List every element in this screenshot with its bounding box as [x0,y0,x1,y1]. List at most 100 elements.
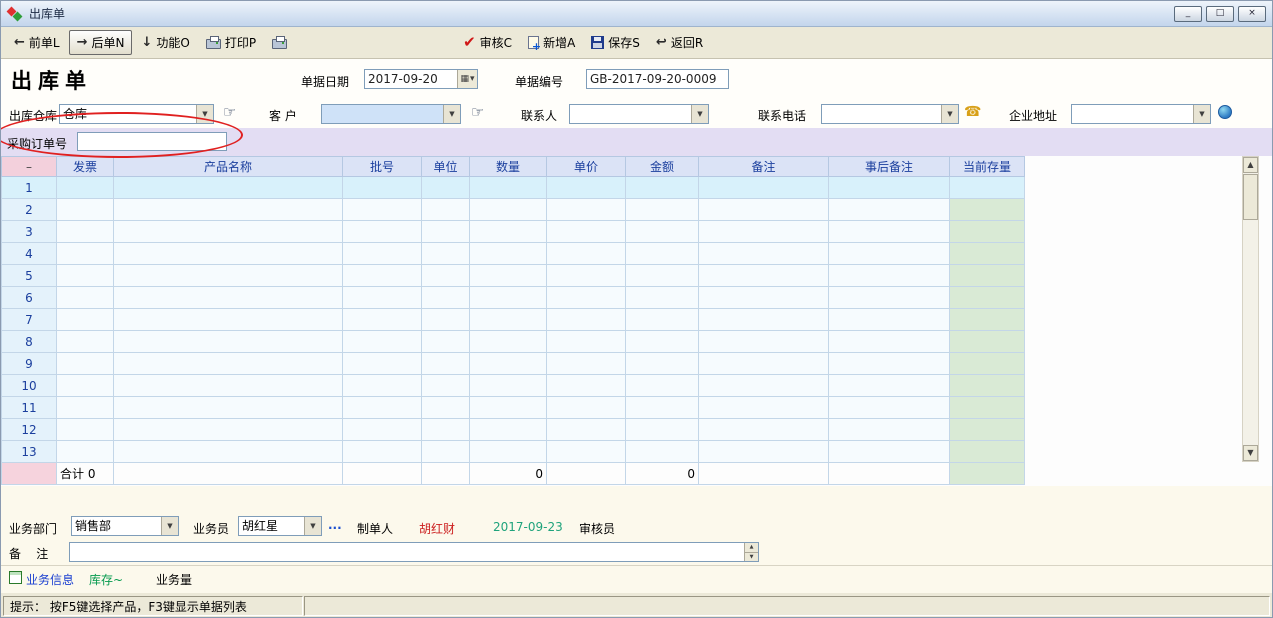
grid-cell[interactable] [57,375,114,397]
grid-cell[interactable] [114,375,343,397]
grid-cell[interactable] [626,199,699,221]
customer-combo[interactable]: ▼ [321,104,461,124]
grid-cell[interactable] [57,331,114,353]
grid-cell[interactable] [422,199,470,221]
grid-cell[interactable] [699,331,829,353]
grid-cell[interactable] [343,331,422,353]
grid-cell[interactable] [829,221,950,243]
grid-cell[interactable] [950,419,1025,441]
column-header[interactable]: 发票 [57,157,114,177]
grid-cell[interactable] [626,397,699,419]
grid-cell[interactable] [829,265,950,287]
grid-cell[interactable] [626,265,699,287]
grid-cell[interactable] [114,441,343,463]
row-number[interactable]: 10 [2,375,57,397]
grid-cell[interactable] [57,287,114,309]
grid-cell[interactable] [950,243,1025,265]
grid-cell[interactable] [829,287,950,309]
row-number[interactable]: 12 [2,419,57,441]
grid-cell[interactable] [343,243,422,265]
grid-cell[interactable] [950,353,1025,375]
grid-cell[interactable] [470,287,547,309]
row-number[interactable]: 7 [2,309,57,331]
grid-cell[interactable] [829,309,950,331]
grid-cell[interactable] [57,221,114,243]
grid-cell[interactable] [626,353,699,375]
grid-cell[interactable] [343,353,422,375]
row-number[interactable]: 11 [2,397,57,419]
grid-cell[interactable] [829,419,950,441]
calendar-dropdown-button[interactable]: ▦▾ [457,70,477,88]
grid-cell[interactable] [547,397,626,419]
grid-cell[interactable] [114,419,343,441]
grid-corner-header[interactable]: – [2,157,57,177]
close-button[interactable]: × [1238,6,1266,22]
grid-cell[interactable] [343,177,422,199]
row-number[interactable]: 5 [2,265,57,287]
grid-cell[interactable] [470,309,547,331]
grid-cell[interactable] [699,397,829,419]
grid-cell[interactable] [829,177,950,199]
maximize-button[interactable]: □ [1206,6,1234,22]
grid-cell[interactable] [699,375,829,397]
grid-cell[interactable] [57,199,114,221]
grid-cell[interactable] [470,397,547,419]
salesman-combo[interactable]: 胡红星 ▼ [238,516,322,536]
grid-cell[interactable] [57,397,114,419]
grid-cell[interactable] [343,419,422,441]
row-number[interactable]: 1 [2,177,57,199]
doc-number-input[interactable] [587,70,728,88]
grid-cell[interactable] [57,419,114,441]
save-button[interactable]: 保存S [584,31,647,54]
grid-cell[interactable] [470,177,547,199]
chevron-down-icon[interactable]: ▼ [443,105,460,123]
more-button[interactable]: ... [328,518,342,532]
grid-cell[interactable] [626,287,699,309]
grid-cell[interactable] [950,309,1025,331]
grid-cell[interactable] [422,243,470,265]
chevron-down-icon[interactable]: ▼ [691,105,708,123]
address-combo[interactable]: ▼ [1071,104,1211,124]
grid-cell[interactable] [829,375,950,397]
remark-spinner[interactable]: ▲ ▼ [744,543,758,561]
column-header[interactable]: 事后备注 [829,157,950,177]
stock-link[interactable]: 库存~ [89,571,123,588]
grid-cell[interactable] [950,199,1025,221]
grid-cell[interactable] [114,265,343,287]
column-header[interactable]: 产品名称 [114,157,343,177]
grid-cell[interactable] [422,177,470,199]
prev-doc-button[interactable]: ← 前单L [7,31,67,54]
grid-cell[interactable] [422,265,470,287]
audit-button[interactable]: ✔ 审核C [456,31,519,54]
grid-cell[interactable] [626,441,699,463]
minimize-button[interactable]: _ [1174,6,1202,22]
grid-cell[interactable] [950,375,1025,397]
grid-cell[interactable] [343,397,422,419]
grid-cell[interactable] [829,331,950,353]
column-header[interactable]: 金额 [626,157,699,177]
grid-cell[interactable] [422,353,470,375]
chevron-down-icon[interactable]: ▼ [161,517,178,535]
grid-cell[interactable] [547,375,626,397]
grid-cell[interactable] [547,221,626,243]
grid-cell[interactable] [470,265,547,287]
vertical-scrollbar[interactable]: ▲ ▼ [1242,156,1259,462]
print-button[interactable]: 打印P [199,31,263,54]
grid-cell[interactable] [950,397,1025,419]
grid-cell[interactable] [699,265,829,287]
grid-cell[interactable] [343,441,422,463]
grid-cell[interactable] [343,375,422,397]
grid-cell[interactable] [422,441,470,463]
grid-cell[interactable] [57,265,114,287]
phone-combo[interactable]: ▼ [821,104,959,124]
grid-cell[interactable] [422,419,470,441]
grid-cell[interactable] [343,199,422,221]
contact-combo[interactable]: ▼ [569,104,709,124]
remark-field[interactable]: ▲ ▼ [69,542,759,562]
grid-cell[interactable] [114,221,343,243]
grid-cell[interactable] [114,177,343,199]
grid-cell[interactable] [547,353,626,375]
scroll-up-icon[interactable]: ▲ [1243,157,1258,173]
next-doc-button[interactable]: → 后单N [69,30,133,55]
grid-cell[interactable] [626,419,699,441]
